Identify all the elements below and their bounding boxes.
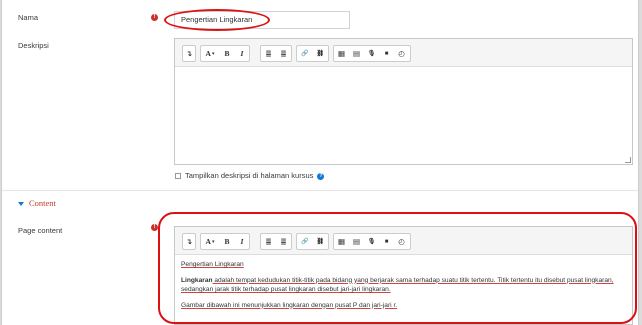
italic-button[interactable]: I xyxy=(235,234,249,249)
page-content-toolbar: ↴ A ▾ B I ≣ ≣ 🔗 ⛓ ▦ ▤ 🎙 ■ ◴ xyxy=(175,227,632,255)
bold-button[interactable]: B xyxy=(219,234,235,249)
content-caption: Gambar dibawah ini menunjukkan lingkaran… xyxy=(181,301,398,309)
link-icon[interactable]: 🔗 xyxy=(297,234,313,249)
media-icon[interactable]: ▤ xyxy=(349,234,364,249)
ordered-list-icon[interactable]: ≣ xyxy=(276,234,291,249)
italic-button[interactable]: I xyxy=(235,46,249,61)
show-description-checkbox[interactable] xyxy=(175,173,181,179)
image-icon[interactable]: ▦ xyxy=(334,234,349,249)
description-toolbar: ↴ A ▾ B I ≣ ≣ 🔗 ⛓ ▦ ▤ 🎙 ■ ◴ xyxy=(175,39,632,67)
media-icon[interactable]: ▤ xyxy=(349,46,364,61)
text-style-label: A xyxy=(205,237,211,246)
ordered-list-icon[interactable]: ≣ xyxy=(276,46,291,61)
expand-toolbar-icon[interactable]: ↴ xyxy=(183,234,195,249)
content-heading: Pengertian Lingkaran xyxy=(181,261,244,268)
unordered-list-icon[interactable]: ≣ xyxy=(261,46,276,61)
section-divider xyxy=(2,190,638,191)
manage-files-icon[interactable]: ◴ xyxy=(394,46,409,61)
content-bold-term: Lingkaran xyxy=(181,276,213,284)
microphone-icon[interactable]: 🎙 xyxy=(364,234,379,249)
description-label: Deskripsi xyxy=(18,41,49,50)
resize-handle[interactable] xyxy=(625,157,631,163)
page-content-editor: ↴ A ▾ B I ≣ ≣ 🔗 ⛓ ▦ ▤ 🎙 ■ ◴ Pengertian L… xyxy=(174,226,633,325)
form-panel: Nama ! Pengertian Lingkaran Deskripsi ↴ … xyxy=(1,0,639,325)
section-title: Content xyxy=(29,198,56,208)
image-icon[interactable]: ▦ xyxy=(334,46,349,61)
name-label: Nama xyxy=(18,13,39,22)
show-description-label: Tampilkan deskripsi di halaman kursus ? xyxy=(185,171,325,180)
description-textarea[interactable] xyxy=(175,68,632,164)
video-icon[interactable]: ■ xyxy=(379,234,394,249)
collapse-caret-icon xyxy=(18,202,24,207)
unordered-list-icon[interactable]: ≣ xyxy=(261,234,276,249)
section-header-content[interactable]: Content xyxy=(18,198,56,208)
unlink-icon[interactable]: ⛓ xyxy=(313,234,329,249)
help-icon[interactable]: ? xyxy=(317,172,325,180)
manage-files-icon[interactable]: ◴ xyxy=(394,234,409,249)
text-style-button[interactable]: A ▾ xyxy=(201,234,219,249)
text-style-button[interactable]: A ▾ xyxy=(201,46,219,61)
page-content-body: Pengertian Lingkaran Lingkaran adalah te… xyxy=(181,260,624,316)
required-icon: ! xyxy=(151,14,158,21)
name-input[interactable]: Pengertian Lingkaran xyxy=(174,11,350,29)
expand-toolbar-icon[interactable]: ↴ xyxy=(183,46,195,61)
required-icon: ! xyxy=(151,224,158,231)
content-paragraph-text: adalah tempat kedudukan titik-titik pada… xyxy=(181,276,614,294)
video-icon[interactable]: ■ xyxy=(379,46,394,61)
page-content-textarea[interactable]: Pengertian Lingkaran Lingkaran adalah te… xyxy=(175,256,632,324)
content-paragraph: Lingkaran adalah tempat kedudukan titik-… xyxy=(181,276,624,295)
link-icon[interactable]: 🔗 xyxy=(297,46,313,61)
show-description-text: Tampilkan deskripsi di halaman kursus xyxy=(185,171,314,180)
unlink-icon[interactable]: ⛓ xyxy=(313,46,329,61)
bold-button[interactable]: B xyxy=(219,46,235,61)
description-editor: ↴ A ▾ B I ≣ ≣ 🔗 ⛓ ▦ ▤ 🎙 ■ ◴ xyxy=(174,38,633,165)
page-content-label: Page content xyxy=(18,226,63,235)
text-style-label: A xyxy=(205,49,211,58)
microphone-icon[interactable]: 🎙 xyxy=(364,46,379,61)
